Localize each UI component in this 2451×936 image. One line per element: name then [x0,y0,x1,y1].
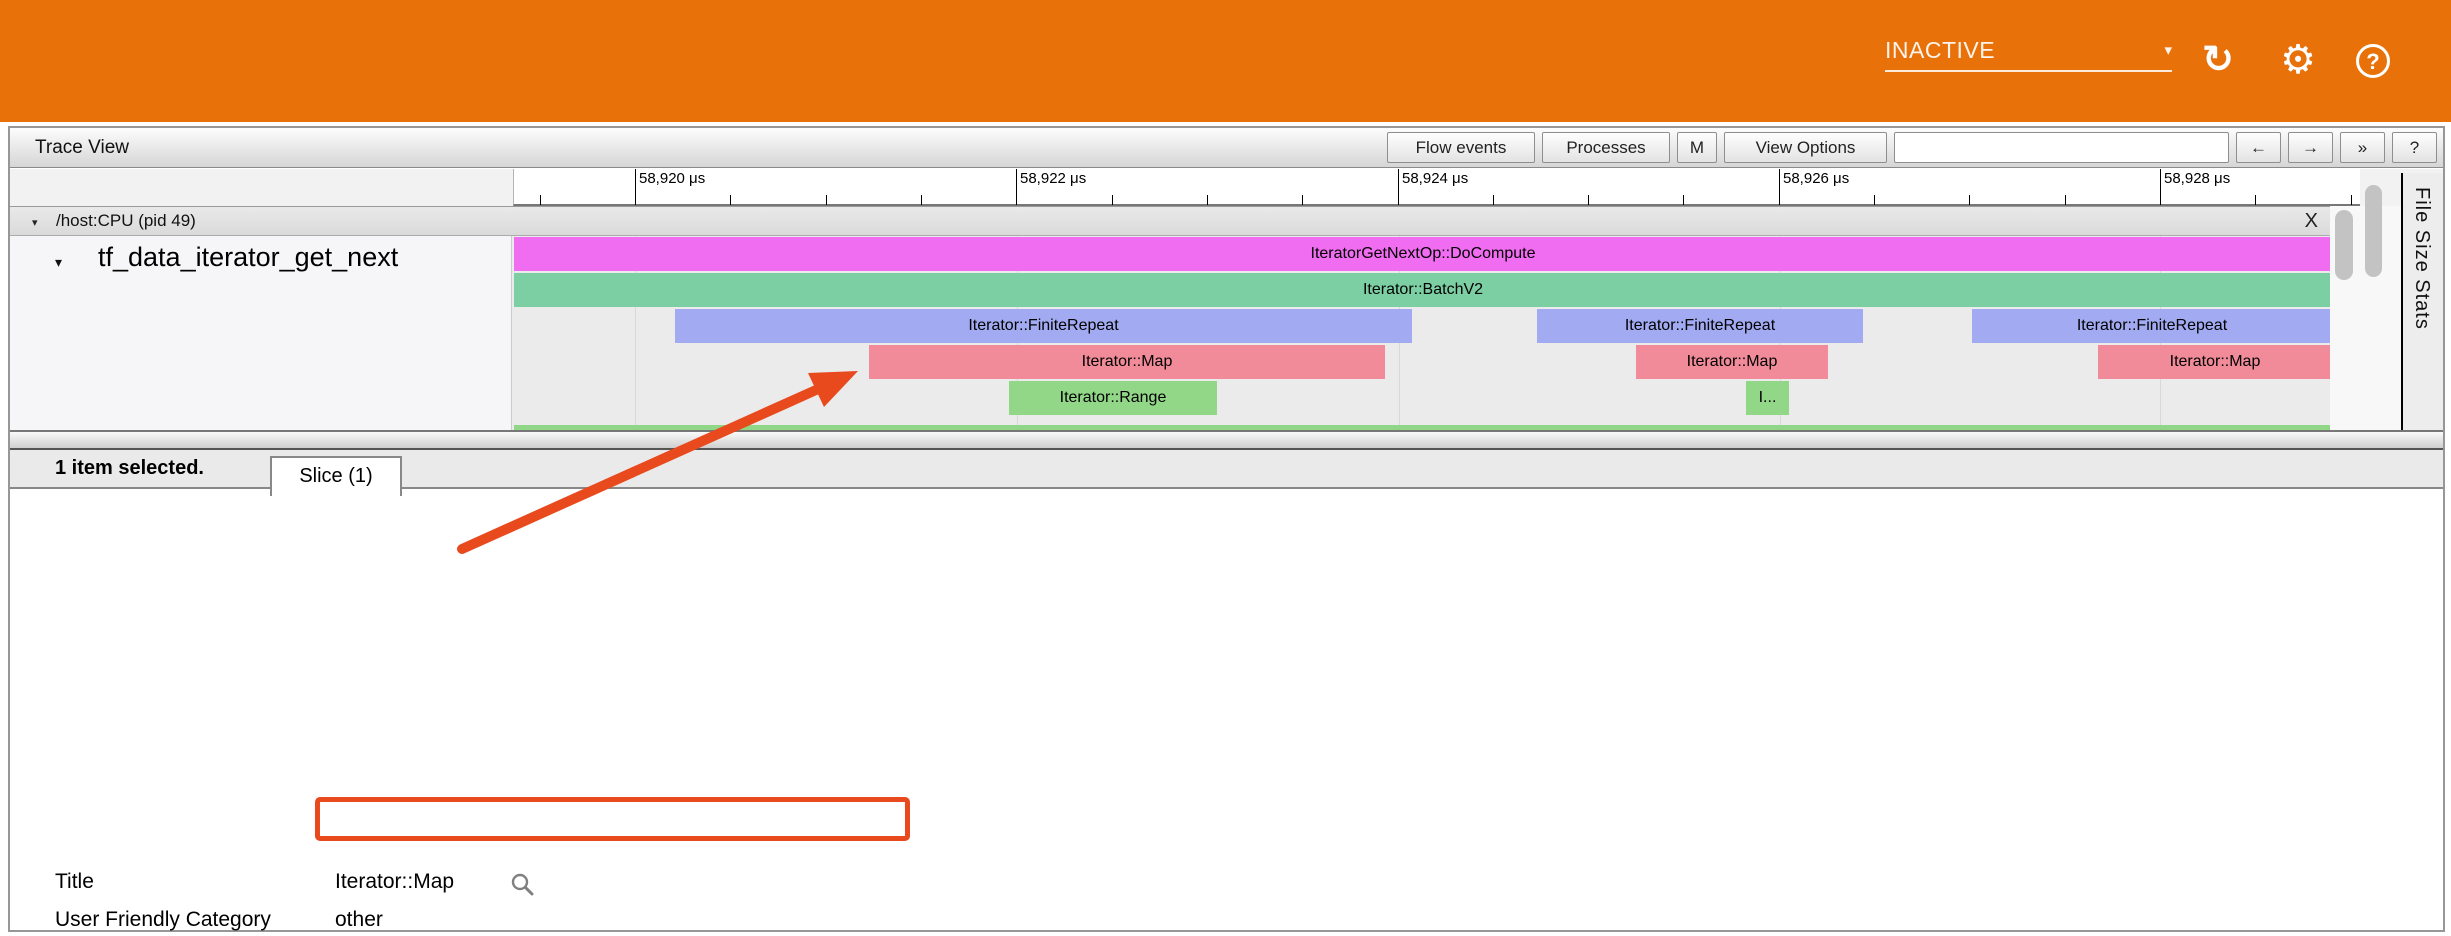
detail-label: User Friendly Category [55,907,271,933]
ruler-tick-label: 58,920 μs [639,170,705,187]
trace-slice[interactable]: Iterator::Map [1636,345,1828,379]
ruler-tick [1112,195,1113,205]
ruler-tick [2255,195,2256,205]
detail-label: Title [55,869,94,895]
trace-slice[interactable]: Iterator::Range [1009,381,1217,415]
ruler-tick [826,195,827,205]
ruler-tick [540,195,541,205]
timeline-area: 58,920 μs 58,922 μs 58,924 μs 58,926 μs 58,9… [10,169,2443,430]
refresh-icon[interactable]: ↻ [2196,36,2240,84]
ruler-tick [1207,195,1208,205]
status-dropdown[interactable]: INACTIVE ▾ [1885,30,2172,72]
status-label: INACTIVE [1885,37,1995,64]
trace-slice[interactable]: Iterator::FiniteRepeat [675,309,1412,343]
trace-slice[interactable]: Iterator::Map [2098,345,2332,379]
process-header-row[interactable]: ▾ /host:CPU (pid 49) X [10,206,2330,236]
slice-tab[interactable]: Slice (1) [270,456,402,496]
trace-slice[interactable]: Iterator::BatchV2 [514,273,2332,307]
ruler-tick [1302,195,1303,205]
trace-slice[interactable]: Iterator::FiniteRepeat [1537,309,1863,343]
nav-right-button[interactable]: → [2288,132,2333,163]
collapse-triangle-icon[interactable]: ▾ [55,254,62,271]
file-size-stats-label: File Size Stats [2410,187,2433,330]
file-size-stats-tab[interactable]: File Size Stats [2403,173,2443,430]
ruler-tick-label: 58,924 μs [1402,170,1468,187]
ruler-tick-label: 58,926 μs [1783,170,1849,187]
settings-gear-icon[interactable]: ⚙ [2276,36,2320,84]
ruler-tick [1779,169,1780,205]
scrollbar-thumb[interactable] [2335,210,2353,280]
ruler-tick [2065,195,2066,205]
close-button[interactable]: X [2301,207,2322,235]
ruler-tick [2160,169,2161,205]
trace-slice[interactable]: IteratorGetNextOp::DoCompute [514,237,2332,271]
nav-more-button[interactable]: » [2340,132,2385,163]
app: INACTIVE ▾ ↻ ⚙ ? Trace View Flow events … [0,0,2451,936]
trace-view-panel: Trace View Flow events Processes M View … [8,126,2445,932]
ruler-tick [921,195,922,205]
dropdown-caret-icon: ▾ [2164,41,2172,59]
ruler-tick [1016,169,1017,205]
metrics-button[interactable]: M [1677,132,1717,163]
trace-slice[interactable]: I... [1746,381,1789,415]
header-bar: INACTIVE ▾ ↻ ⚙ ? [0,0,2451,122]
ruler-tick [1969,195,1970,205]
flow-events-button[interactable]: Flow events [1387,132,1535,163]
trace-slice-selected[interactable]: Iterator::Map [869,345,1385,379]
detail-value: other [335,907,383,933]
trace-toolbar: Trace View Flow events Processes M View … [10,128,2443,168]
ruler-tick [635,169,636,205]
ruler-tick [1588,195,1589,205]
ruler-tick [730,195,731,205]
panel-splitter[interactable] [10,430,2443,450]
panel-title: Trace View [35,128,129,168]
trace-slice[interactable]: Iterator::FiniteRepeat [1972,309,2332,343]
processes-button[interactable]: Processes [1542,132,1670,163]
view-options-button[interactable]: View Options [1724,132,1887,163]
magnifier-icon[interactable] [510,872,536,903]
scrollbar-thumb[interactable] [2365,185,2382,277]
ruler-tick-label: 58,922 μs [1020,170,1086,187]
long-name-highlight-box [315,797,910,841]
thread-label: tf_data_iterator_get_next [98,242,398,273]
nav-left-button[interactable]: ← [2236,132,2281,163]
slice-details-panel: Title Iterator::Map User Friendly Catego… [10,489,2443,930]
collapse-triangle-icon[interactable]: ▾ [32,216,38,229]
toolbar-button-group: Flow events Processes M View Options ← →… [1387,132,2437,163]
ruler-tick [2351,195,2352,205]
help-icon[interactable]: ? [2356,44,2390,78]
selection-status: 1 item selected. [55,450,204,487]
ruler-tick [1874,195,1875,205]
search-input[interactable] [1894,132,2229,163]
ruler-tick [1683,195,1684,205]
ruler-tick-label: 58,928 μs [2164,170,2230,187]
track-label-column: ▾ tf_data_iterator_get_next [10,236,512,430]
ruler-tick [1493,195,1494,205]
detail-value-title: Iterator::Map [335,869,454,895]
process-label: /host:CPU (pid 49) [56,207,196,235]
ruler-tick [1398,169,1399,205]
toolbar-help-button[interactable]: ? [2392,132,2437,163]
